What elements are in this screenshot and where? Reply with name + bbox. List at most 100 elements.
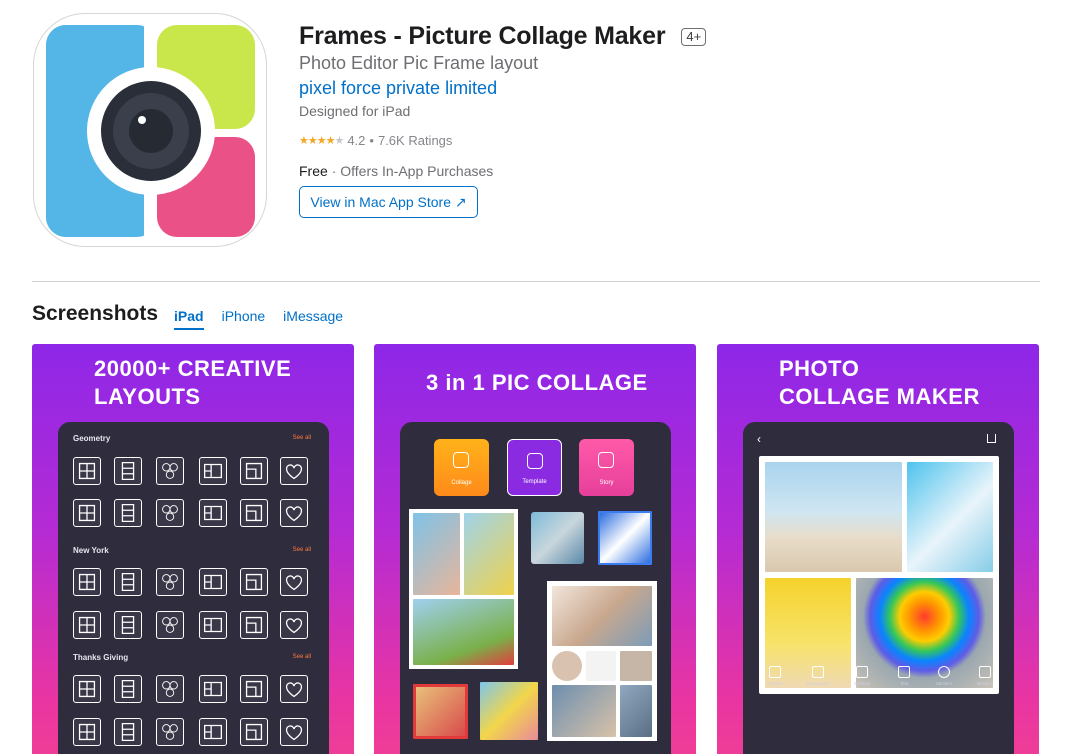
mode-card-collage[interactable]: Collage <box>434 439 489 496</box>
screenshot-2-heading: 3 in 1 PIC COLLAGE <box>426 370 648 395</box>
platform-tabs: iPad iPhone iMessage <box>174 308 343 330</box>
ipad-device: Collage Template Story <box>400 422 671 754</box>
see-all-link[interactable]: See all <box>293 654 311 660</box>
layout-tile[interactable] <box>199 568 227 596</box>
screenshot-2[interactable]: 3 in 1 PIC COLLAGE Collage Template Stor… <box>374 344 696 754</box>
photo[interactable] <box>907 462 993 572</box>
layout-tile[interactable] <box>156 611 184 639</box>
heading-line: 20000+ CREATIVE <box>94 356 292 381</box>
section-divider <box>32 281 1040 282</box>
toolbar-label: Stickers <box>935 681 952 686</box>
template-thumbnail[interactable] <box>409 509 518 669</box>
layout-tile[interactable] <box>199 457 227 485</box>
layout-tile[interactable] <box>240 499 268 527</box>
screenshot-1[interactable]: 20000+ CREATIVE LAYOUTS Geometry See all… <box>32 344 354 754</box>
layout-tile[interactable] <box>73 675 101 703</box>
heading-line: LAYOUTS <box>94 384 201 409</box>
layout-tile[interactable] <box>114 457 142 485</box>
template-thumbnail[interactable] <box>480 682 538 740</box>
story-icon <box>598 452 614 468</box>
toolbar-label: Background <box>805 681 831 686</box>
toolbar-settings[interactable]: Settings <box>842 666 882 686</box>
download-icon[interactable] <box>987 434 996 443</box>
mode-card-template[interactable]: Template <box>507 439 562 496</box>
tab-iphone[interactable]: iPhone <box>222 308 266 330</box>
layout-tile[interactable] <box>156 675 184 703</box>
toolbar-label: Settings <box>853 681 871 686</box>
stickers-icon <box>938 666 950 678</box>
layout-tile[interactable] <box>280 718 308 746</box>
see-all-link[interactable]: See all <box>293 435 311 441</box>
back-chevron-icon[interactable]: ‹ <box>757 432 761 446</box>
photo <box>464 513 514 595</box>
toolbar-background[interactable]: Background <box>798 666 838 686</box>
photo <box>552 586 652 646</box>
photo <box>620 651 652 681</box>
toolbar-label: Frames <box>767 681 783 686</box>
layout-tile[interactable] <box>199 718 227 746</box>
layout-tile[interactable] <box>199 675 227 703</box>
layout-tile[interactable] <box>199 611 227 639</box>
template-thumbnail[interactable] <box>413 684 468 739</box>
layout-tile[interactable] <box>114 611 142 639</box>
layout-tile[interactable] <box>73 718 101 746</box>
layout-tile[interactable] <box>280 675 308 703</box>
settings-icon <box>856 666 868 678</box>
developer-link[interactable]: pixel force private limited <box>299 78 497 99</box>
layout-tile[interactable] <box>73 457 101 485</box>
view-in-mac-app-store-button[interactable]: View in Mac App Store ↗ <box>299 186 478 218</box>
layout-tile[interactable] <box>240 457 268 485</box>
collage-icon <box>453 452 469 468</box>
group-title: Geometry <box>73 434 111 443</box>
group-title: New York <box>73 546 109 555</box>
template-thumbnail[interactable] <box>531 512 584 564</box>
toolbar-borders[interactable]: Borders <box>965 666 1005 686</box>
layout-tile[interactable] <box>280 499 308 527</box>
background-icon <box>812 666 824 678</box>
mode-label: Template <box>522 479 547 485</box>
layout-tile[interactable] <box>114 568 142 596</box>
layout-tile[interactable] <box>240 675 268 703</box>
layout-tile[interactable] <box>156 718 184 746</box>
layout-tile[interactable] <box>114 499 142 527</box>
layout-tile[interactable] <box>240 611 268 639</box>
mode-card-story[interactable]: Story <box>579 439 634 496</box>
layout-tile[interactable] <box>240 718 268 746</box>
borders-icon <box>979 666 991 678</box>
designed-for-label: Designed for iPad <box>299 103 411 119</box>
group-title: Thanks Giving <box>73 653 129 662</box>
photo[interactable] <box>765 462 902 572</box>
layout-tile[interactable] <box>73 499 101 527</box>
layout-tile[interactable] <box>280 457 308 485</box>
layout-tile[interactable] <box>156 568 184 596</box>
layout-tile[interactable] <box>114 675 142 703</box>
layout-tile[interactable] <box>156 457 184 485</box>
toolbar-text[interactable]: Text <box>884 666 924 686</box>
layout-tile[interactable] <box>280 568 308 596</box>
screenshot-3[interactable]: PHOTO COLLAGE MAKER ‹ Frames Background … <box>717 344 1039 754</box>
age-rating-badge: 4+ <box>681 27 707 46</box>
toolbar-frames[interactable]: Frames <box>755 666 795 686</box>
photo <box>620 685 652 737</box>
tab-imessage[interactable]: iMessage <box>283 308 343 330</box>
layout-tile[interactable] <box>73 611 101 639</box>
layout-tile[interactable] <box>73 568 101 596</box>
toolbar-stickers[interactable]: Stickers <box>924 666 964 686</box>
layout-tile[interactable] <box>114 718 142 746</box>
layout-tile[interactable] <box>156 499 184 527</box>
layout-tile[interactable] <box>240 568 268 596</box>
screenshots-heading: Screenshots <box>32 302 159 325</box>
heading-line: PHOTO <box>779 356 860 381</box>
photo <box>413 599 514 665</box>
template-thumbnail[interactable] <box>547 581 657 741</box>
photo <box>552 651 582 681</box>
layout-tile[interactable] <box>280 611 308 639</box>
app-title: Frames - Picture Collage Maker <box>299 22 666 50</box>
rating-row: ★★★★★ 4.2 • 7.6K Ratings <box>299 133 452 148</box>
layout-tile[interactable] <box>199 499 227 527</box>
template-thumbnail[interactable] <box>598 511 652 565</box>
tab-ipad[interactable]: iPad <box>174 308 204 330</box>
see-all-link[interactable]: See all <box>293 547 311 553</box>
ratings-count: 7.6K Ratings <box>377 133 453 148</box>
collage-canvas <box>759 456 999 694</box>
